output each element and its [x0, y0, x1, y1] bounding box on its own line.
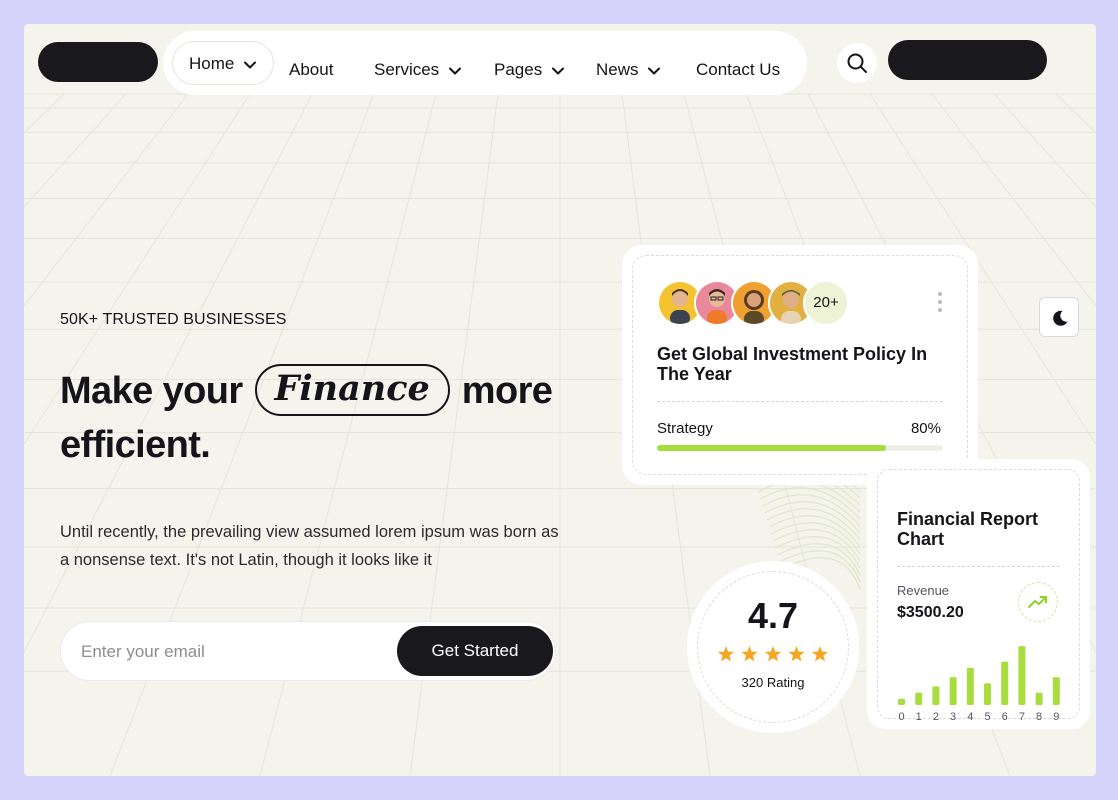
get-started-button[interactable]: Get Started: [397, 626, 553, 676]
chart-bar: [966, 667, 974, 705]
hero-headline: Make your Finance more efficient.: [60, 364, 580, 472]
chart-bar: [1018, 646, 1026, 705]
revenue-label: Revenue: [897, 583, 950, 598]
chart-bar: [1052, 677, 1060, 705]
star-icon: [741, 646, 758, 662]
nav-item-about[interactable]: About: [289, 48, 333, 92]
x-tick-label: 7: [1019, 711, 1025, 723]
theme-toggle-button[interactable]: [1039, 297, 1079, 337]
chevron-down-icon: [551, 67, 564, 75]
site-logo[interactable]: [38, 42, 158, 82]
avatar-extra-count: 20+: [803, 280, 849, 326]
chart-bar: [932, 686, 940, 705]
main-nav: Home About Services Pages News Contact U…: [163, 31, 807, 95]
revenue-value: $3500.20: [897, 604, 964, 621]
nav-item-label: Services: [374, 60, 440, 79]
nav-item-label: News: [596, 60, 639, 79]
financial-report-card: Financial Report Chart Revenue $3500.20 …: [867, 459, 1090, 729]
chart-bar: [898, 698, 905, 705]
x-tick-label: 8: [1036, 711, 1042, 723]
nav-item-news[interactable]: News: [596, 48, 661, 92]
email-signup-form: Get Started: [60, 621, 556, 681]
chevron-down-icon: [448, 67, 461, 75]
chevron-down-icon: [648, 67, 661, 75]
page-canvas: Home About Services Pages News Contact U…: [24, 24, 1096, 776]
headline-part-1: Make your: [60, 370, 243, 412]
x-tick-label: 2: [933, 711, 939, 723]
divider: [657, 401, 943, 402]
trend-button[interactable]: [1018, 582, 1058, 622]
strategy-progress-bar: [657, 445, 943, 451]
progress-percentage: 80%: [910, 420, 941, 437]
x-tick-label: 4: [967, 711, 973, 723]
more-options-icon[interactable]: [937, 292, 943, 314]
nav-item-label: Home: [189, 54, 235, 73]
hero-description: Until recently, the prevailing view assu…: [60, 523, 559, 569]
rating-card: 4.7 320 Rating: [687, 561, 859, 733]
header-cta-button[interactable]: [888, 40, 1047, 80]
x-tick-label: 5: [984, 711, 990, 723]
moon-icon: [1053, 310, 1068, 326]
x-tick-label: 6: [1002, 711, 1008, 723]
search-button[interactable]: [837, 43, 877, 83]
x-tick-label: 3: [950, 711, 956, 723]
card-inner-border: 20+ Get Global Investment Policy In The …: [632, 255, 968, 475]
divider: [897, 566, 1060, 567]
chart-bar: [984, 683, 991, 705]
nav-item-label: About: [289, 60, 334, 79]
x-tick-label: 9: [1053, 711, 1059, 723]
star-rating: [718, 646, 829, 662]
star-icon: [788, 646, 805, 662]
chart-bar: [915, 692, 923, 705]
headline-highlight-pill: Finance: [254, 364, 450, 416]
star-icon: [811, 646, 829, 662]
search-icon: [847, 53, 867, 73]
nav-item-label: Pages: [494, 60, 543, 79]
x-tick-label: 1: [916, 711, 922, 723]
trend-up-icon: [1028, 596, 1047, 608]
email-input[interactable]: [81, 632, 381, 672]
investment-card-title: Get Global Investment Policy In The Year: [657, 344, 928, 384]
progress-bar-fill: [657, 445, 886, 451]
report-card-title: Financial Report Chart: [897, 509, 1039, 549]
star-icon: [764, 646, 782, 662]
progress-label: Strategy: [657, 420, 713, 437]
revenue-bar-chart: 0123456789: [898, 646, 1060, 723]
nav-item-pages[interactable]: Pages: [494, 48, 565, 92]
x-tick-label: 0: [898, 711, 904, 723]
star-icon: [718, 646, 735, 662]
trusted-businesses-label: 50K+ TRUSTED BUSINESSES: [60, 311, 287, 328]
rating-value: 4.7: [747, 595, 799, 636]
rating-count: 320 Rating: [741, 675, 805, 690]
nav-item-label: Contact Us: [696, 60, 781, 79]
chevron-down-icon: [244, 61, 257, 69]
chart-bar: [1035, 692, 1043, 705]
investment-policy-card: 20+ Get Global Investment Policy In The …: [622, 245, 978, 485]
chart-bar: [1001, 661, 1009, 705]
nav-item-contact[interactable]: Contact Us: [696, 48, 780, 92]
chart-bar: [949, 677, 957, 705]
nav-item-home[interactable]: Home: [172, 41, 275, 85]
nav-item-services[interactable]: Services: [374, 48, 462, 92]
